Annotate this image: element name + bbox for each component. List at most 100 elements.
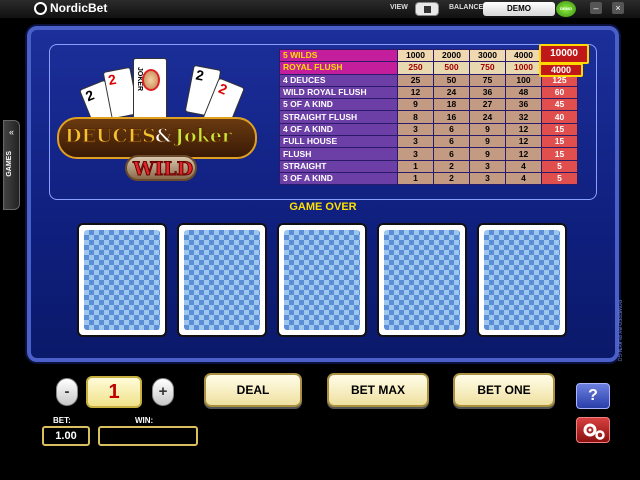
paytable: 5 WILDS100020003000400010000ROYAL FLUSH2… — [279, 48, 578, 186]
help-button[interactable]: ? — [576, 383, 610, 409]
card-slot-3[interactable] — [277, 223, 367, 337]
paytable-payout-cell: 1 — [397, 159, 434, 173]
minimize-button[interactable]: – — [590, 2, 602, 14]
card-slot-2[interactable] — [177, 223, 267, 337]
balance-label: BALANCE: — [449, 4, 486, 11]
paytable-payout-cell: 75 — [469, 73, 506, 87]
paytable-payout-cell: 36 — [505, 98, 542, 112]
demo-badge: DEMO — [556, 1, 576, 17]
joker-card: JOKER — [133, 58, 167, 122]
paytable-payout-cell: 12 — [505, 122, 542, 137]
logo-title-plate: DEUCES & Joker — [57, 117, 257, 159]
paytable-row: 5 WILDS100020003000400010000 — [279, 48, 578, 63]
logo-title-joker: Joker — [175, 125, 233, 148]
card-slot-1[interactable] — [77, 223, 167, 337]
paytable-payout-cell: 32 — [505, 110, 542, 124]
paytable-payout-cell: 9 — [469, 147, 506, 161]
settings-button[interactable] — [576, 417, 610, 443]
paytable-payout-cell: 18 — [433, 98, 470, 112]
close-button[interactable]: × — [612, 2, 624, 14]
paytable-payout-cell: 100 — [505, 73, 542, 87]
card-back — [284, 230, 360, 330]
deal-button[interactable]: DEAL — [204, 373, 302, 407]
bet-label: BET: — [53, 416, 71, 425]
paytable-payout-cell: 6 — [433, 147, 470, 161]
paytable-hand-label: 5 WILDS — [279, 48, 398, 63]
game-status-text: GAME OVER — [289, 201, 357, 213]
paytable-payout-cell: 3 — [397, 135, 434, 149]
paytable-row: STRAIGHT 1 2 3 4 5 — [279, 159, 578, 173]
card-slot-4[interactable] — [377, 223, 467, 337]
paytable-hand-label: ROYAL FLUSH — [279, 61, 398, 75]
games-side-tab[interactable]: « GAMES — [3, 120, 20, 210]
logo-wild-text: WILD — [132, 158, 194, 181]
jester-face-icon — [142, 69, 160, 91]
win-label: WIN: — [135, 416, 154, 425]
paytable-payout-cell: 3000 — [469, 48, 506, 63]
paytable-payout-cell: 25 — [397, 73, 434, 87]
paytable-payout-cell: 60 — [541, 85, 578, 100]
paytable-payout-cell: 40 — [541, 110, 578, 124]
paytable-hand-label: 4 DEUCES — [279, 73, 398, 87]
paytable-payout-cell: 1000 — [397, 48, 434, 63]
paytable-payout-cell: 3 — [397, 122, 434, 137]
coin-increase-button[interactable]: + — [152, 378, 174, 406]
paytable-hand-label: 3 OF A KIND — [279, 171, 398, 186]
game-window: NordicBet VIEW BALANCE: DEMO DEMO – × « … — [0, 0, 640, 480]
paytable-payout-cell: 2 — [433, 159, 470, 173]
paytable-payout-cell: 6 — [433, 135, 470, 149]
paytable-payout-cell: 9 — [469, 135, 506, 149]
paytable-hand-label: 5 OF A KIND — [279, 98, 398, 112]
paytable-payout-cell: 12 — [505, 135, 542, 149]
paytable-hand-label: FLUSH — [279, 147, 398, 161]
paytable-payout-cell: 4000 — [505, 48, 542, 63]
top-bar: NordicBet VIEW BALANCE: DEMO DEMO – × — [0, 0, 640, 18]
paytable-payout-cell: 45 — [541, 98, 578, 112]
card-slot-5[interactable] — [477, 223, 567, 337]
paytable-hand-label: STRAIGHT — [279, 159, 398, 173]
paytable-payout-cell: 9 — [469, 122, 506, 137]
paytable-payout-cell: 12 — [505, 147, 542, 161]
paytable-jackpot-highlight: 10000 — [539, 44, 589, 64]
card-back — [484, 230, 560, 330]
paytable-row: 5 OF A KIND 9 18 27 36 45 — [279, 98, 578, 112]
paytable-payout-cell: 27 — [469, 98, 506, 112]
paytable-payout-cell: 8 — [397, 110, 434, 124]
brand-name: NordicBet — [50, 1, 108, 15]
paytable-payout-cell: 12 — [397, 85, 434, 100]
games-tab-label: GAMES — [6, 151, 13, 177]
card-back — [384, 230, 460, 330]
paytable-payout-cell: 4 — [505, 159, 542, 173]
paytable-payout-cell: 48 — [505, 85, 542, 100]
paytable-payout-cell: 3 — [469, 159, 506, 173]
paytable-payout-cell: 2 — [433, 171, 470, 186]
paytable-payout-cell: 6 — [433, 122, 470, 137]
bet-one-button[interactable]: BET ONE — [453, 373, 555, 407]
paytable-payout-cell: 24 — [469, 110, 506, 124]
card-back — [84, 230, 160, 330]
brand-logo-icon — [34, 1, 47, 15]
paytable-payout-cell: 36 — [469, 85, 506, 100]
paytable-payout-cell: 5 — [541, 159, 578, 173]
paytable-royal-highlight: 4000 — [539, 63, 583, 77]
powered-by-text: POWERED BY PLAY'N GO — [616, 300, 622, 362]
brand-logo: NordicBet — [34, 1, 107, 15]
coin-decrease-button[interactable]: - — [56, 378, 78, 406]
view-toggle-button[interactable] — [415, 2, 439, 16]
paytable-payout-cell: 250 — [397, 61, 434, 75]
paytable-payout-cell: 1 — [397, 171, 434, 186]
card-back — [184, 230, 260, 330]
balance-value: DEMO — [483, 2, 555, 16]
bet-max-button[interactable]: BET MAX — [327, 373, 429, 407]
paytable-row: FLUSH 3 6 9 12 15 — [279, 147, 578, 161]
paytable-hand-label: WILD ROYAL FLUSH — [279, 85, 398, 100]
paytable-payout-cell: 5 — [541, 171, 578, 186]
paytable-payout-cell: 15 — [541, 135, 578, 149]
paytable-hand-label: 4 OF A KIND — [279, 122, 398, 137]
paytable-payout-cell: 2000 — [433, 48, 470, 63]
paytable-payout-cell: 4 — [505, 171, 542, 186]
paytable-hand-label: FULL HOUSE — [279, 135, 398, 149]
paytable-row: 3 OF A KIND 1 2 3 4 5 — [279, 171, 578, 186]
paytable-row: 4 DEUCES 25 50 75 100 125 — [279, 73, 578, 87]
paytable-payout-cell: 15 — [541, 147, 578, 161]
